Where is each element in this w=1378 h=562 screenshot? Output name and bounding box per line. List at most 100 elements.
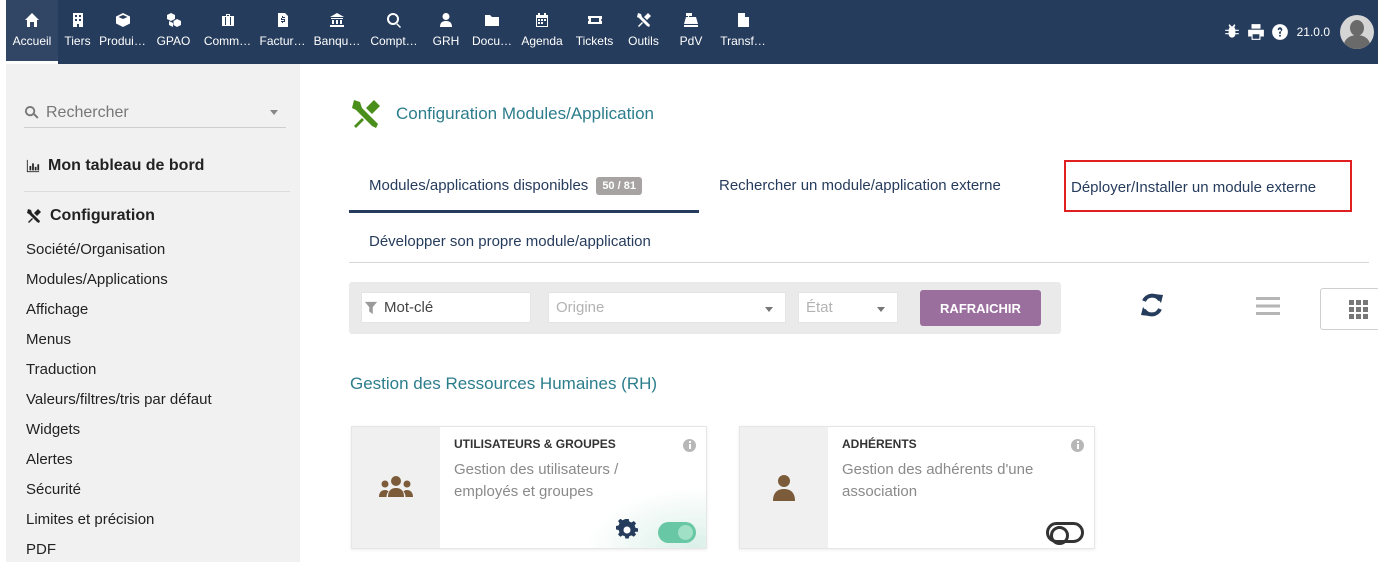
card-description: Gestion des utilisateurs / employés et g… — [454, 461, 619, 500]
sidebar-configuration-heading[interactable]: Configuration — [26, 207, 155, 225]
sidebar-search[interactable]: Rechercher — [24, 98, 286, 128]
refresh-button[interactable]: RAFRAICHIR — [920, 290, 1041, 326]
sidebar-search-placeholder: Rechercher — [46, 103, 129, 121]
sidebar-item-alertes[interactable]: Alertes — [26, 448, 212, 478]
home-icon — [25, 13, 39, 27]
filter-bar: Origine État RAFRAICHIR — [349, 282, 1061, 334]
gear-icon[interactable] — [616, 519, 638, 541]
chevron-down-icon — [765, 307, 773, 312]
modules-count-badge: 50 / 81 — [596, 177, 642, 195]
search-dollar-icon — [387, 13, 401, 28]
menu-item-accueil[interactable]: Accueil — [6, 0, 58, 64]
cash-register-icon — [684, 13, 698, 27]
sidebar-dashboard-link[interactable]: Mon tableau de bord — [26, 157, 204, 175]
avatar-body — [1344, 35, 1370, 49]
card-icon-panel — [740, 427, 828, 548]
sidebar-divider — [24, 191, 290, 192]
card-title: ADHÉRENTS — [842, 437, 917, 451]
card-icon-panel — [352, 427, 440, 548]
tabs-divider — [349, 262, 1369, 263]
grid-view-icon — [1349, 300, 1368, 319]
sidebar-item-modules[interactable]: Modules/Applications — [26, 268, 212, 298]
cube-icon — [115, 13, 130, 27]
page-title: Configuration Modules/Application — [350, 98, 654, 130]
card-description: Gestion des adhérents d'une association — [842, 461, 1034, 500]
keyword-input[interactable] — [384, 299, 524, 316]
info-icon[interactable] — [683, 439, 696, 452]
menu-item-gpao[interactable]: GPAO — [148, 0, 199, 64]
sidebar-item-menus[interactable]: Menus — [26, 328, 212, 358]
tools-icon — [27, 209, 41, 223]
chevron-down-icon — [270, 110, 278, 115]
sidebar-item-widgets[interactable]: Widgets — [26, 418, 212, 448]
chevron-down-icon — [877, 307, 885, 312]
search-icon — [24, 105, 39, 119]
module-card-members[interactable]: ADHÉRENTS Gestion des adhérents d'une as… — [739, 426, 1095, 549]
suitcase-icon — [221, 14, 234, 26]
module-card-users-groups[interactable]: UTILISATEURS & GROUPES Gestion des utili… — [351, 426, 707, 549]
chart-bar-icon — [26, 159, 40, 173]
main-menu: Accueil Tiers Produi… GPAO Comm… Factur…… — [6, 0, 771, 64]
menu-item-comptabilite[interactable]: Compt… — [365, 0, 423, 64]
tab-deploy-external[interactable]: Déployer/Installer un module externe — [1064, 160, 1352, 212]
top-right-tools: 21.0.0 — [1223, 0, 1378, 64]
user-tie-icon — [440, 13, 452, 27]
tab-develop-own[interactable]: Développer son propre module/application — [369, 233, 651, 250]
users-icon — [379, 476, 413, 497]
top-navigation-bar: Accueil Tiers Produi… GPAO Comm… Factur…… — [0, 0, 1378, 64]
state-select[interactable]: État — [798, 292, 898, 323]
user-icon — [773, 475, 795, 501]
keyword-field[interactable] — [361, 292, 531, 323]
bank-icon — [330, 13, 344, 27]
menu-item-tickets[interactable]: Tickets — [569, 0, 620, 64]
sidebar-item-traduction[interactable]: Traduction — [26, 358, 212, 388]
menu-item-agenda[interactable]: Agenda — [515, 0, 569, 64]
invoice-icon — [277, 13, 288, 27]
card-title: UTILISATEURS & GROUPES — [454, 437, 616, 451]
sidebar-item-limites[interactable]: Limites et précision — [26, 508, 212, 538]
module-toggle-on[interactable] — [658, 522, 696, 543]
refresh-icon[interactable] — [1138, 291, 1166, 319]
module-toggle-off[interactable] — [1046, 522, 1084, 545]
filter-icon — [364, 301, 378, 314]
menu-item-produits[interactable]: Produi… — [97, 0, 148, 64]
tools-icon — [352, 100, 380, 128]
help-icon[interactable] — [1271, 23, 1289, 41]
menu-item-outils[interactable]: Outils — [620, 0, 667, 64]
file-icon — [738, 13, 749, 27]
sidebar-item-affichage[interactable]: Affichage — [26, 298, 212, 328]
bug-icon[interactable] — [1223, 23, 1241, 41]
main-content: Configuration Modules/Application Module… — [300, 64, 1378, 562]
ticket-icon — [587, 16, 602, 24]
calendar-icon — [536, 13, 548, 27]
print-icon[interactable] — [1247, 23, 1265, 41]
menu-item-banque[interactable]: Banqu… — [309, 0, 365, 64]
menu-item-tiers[interactable]: Tiers — [58, 0, 97, 64]
user-avatar[interactable] — [1340, 15, 1374, 49]
sidebar-item-valeurs[interactable]: Valeurs/filtres/tris par défaut — [26, 388, 212, 418]
sidebar-item-pdf[interactable]: PDF — [26, 538, 212, 562]
grid-view-toggle[interactable] — [1320, 288, 1378, 330]
menu-item-commercial[interactable]: Comm… — [199, 0, 256, 64]
origin-select[interactable]: Origine — [548, 292, 786, 323]
sidebar-item-societe[interactable]: Société/Organisation — [26, 238, 212, 268]
tab-available-modules[interactable]: Modules/applications disponibles 50 / 81 — [349, 161, 699, 213]
cubes-icon — [166, 13, 181, 27]
tab-search-external[interactable]: Rechercher un module/application externe — [719, 177, 1001, 194]
building-icon — [72, 13, 83, 27]
list-view-icon[interactable] — [1255, 295, 1281, 317]
menu-item-pdv[interactable]: PdV — [667, 0, 715, 64]
menu-item-facturation[interactable]: Factur… — [256, 0, 309, 64]
sidebar-config-list: Société/Organisation Modules/Application… — [26, 238, 212, 562]
folder-icon — [485, 15, 499, 26]
left-sidebar: Rechercher Mon tableau de bord Configura… — [6, 64, 300, 562]
menu-item-transferts[interactable]: Transf… — [715, 0, 771, 64]
info-icon[interactable] — [1071, 439, 1084, 452]
avatar-head — [1350, 20, 1364, 36]
version-label: 21.0.0 — [1296, 25, 1330, 39]
tools-icon — [636, 13, 651, 27]
sidebar-item-securite[interactable]: Sécurité — [26, 478, 212, 508]
section-title: Gestion des Ressources Humaines (RH) — [350, 374, 658, 393]
menu-item-documents[interactable]: Docu… — [469, 0, 515, 64]
menu-item-grh[interactable]: GRH — [423, 0, 469, 64]
